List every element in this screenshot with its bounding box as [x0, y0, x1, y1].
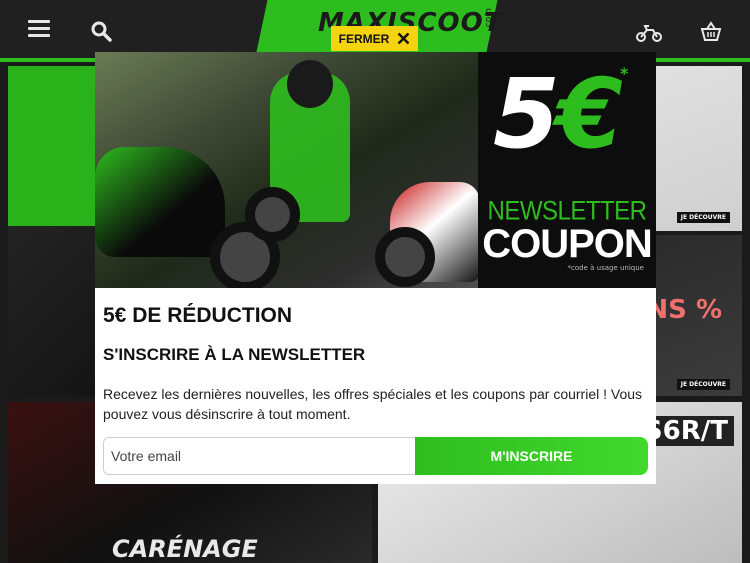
- banner-photo: [95, 52, 480, 288]
- cart-icon[interactable]: [700, 20, 722, 42]
- discover-badge[interactable]: JE DÉCOUVRE: [676, 379, 730, 390]
- coupon-amount: 5: [493, 58, 560, 170]
- coupon-banner: 5 € * NEWSLETTER COUPON *code à usage un…: [95, 52, 656, 288]
- close-icon: [397, 32, 410, 45]
- category-title: CARÉNAGE: [112, 535, 258, 563]
- close-label: FERMER: [338, 31, 390, 46]
- motorbike-icon[interactable]: [636, 24, 662, 42]
- popup-title: 5€ DE RÉDUCTION: [103, 304, 293, 327]
- coupon-asterisk: *: [620, 64, 629, 83]
- newsletter-popup: 5 € * NEWSLETTER COUPON *code à usage un…: [95, 52, 656, 484]
- close-button[interactable]: FERMER: [331, 26, 418, 51]
- coupon-line2: COUPON: [482, 222, 653, 266]
- search-icon[interactable]: [90, 20, 112, 42]
- logo-suffix: .com: [484, 7, 495, 31]
- coupon-currency: €: [556, 58, 623, 170]
- popup-description: Recevez les dernières nouvelles, les off…: [103, 386, 643, 422]
- coupon-graphic: 5 € * NEWSLETTER COUPON *code à usage un…: [478, 52, 656, 288]
- popup-subtitle: S'INSCRIRE À LA NEWSLETTER: [103, 345, 366, 364]
- discover-badge[interactable]: JE DÉCOUVRE: [676, 212, 730, 223]
- subscribe-button[interactable]: M'INSCRIRE: [415, 437, 648, 475]
- coupon-fine-print: *code à usage unique: [567, 264, 644, 272]
- promo-text: NS %: [646, 295, 722, 325]
- newsletter-form: M'INSCRIRE: [103, 437, 648, 475]
- menu-icon[interactable]: [28, 20, 50, 38]
- email-input[interactable]: [103, 437, 415, 475]
